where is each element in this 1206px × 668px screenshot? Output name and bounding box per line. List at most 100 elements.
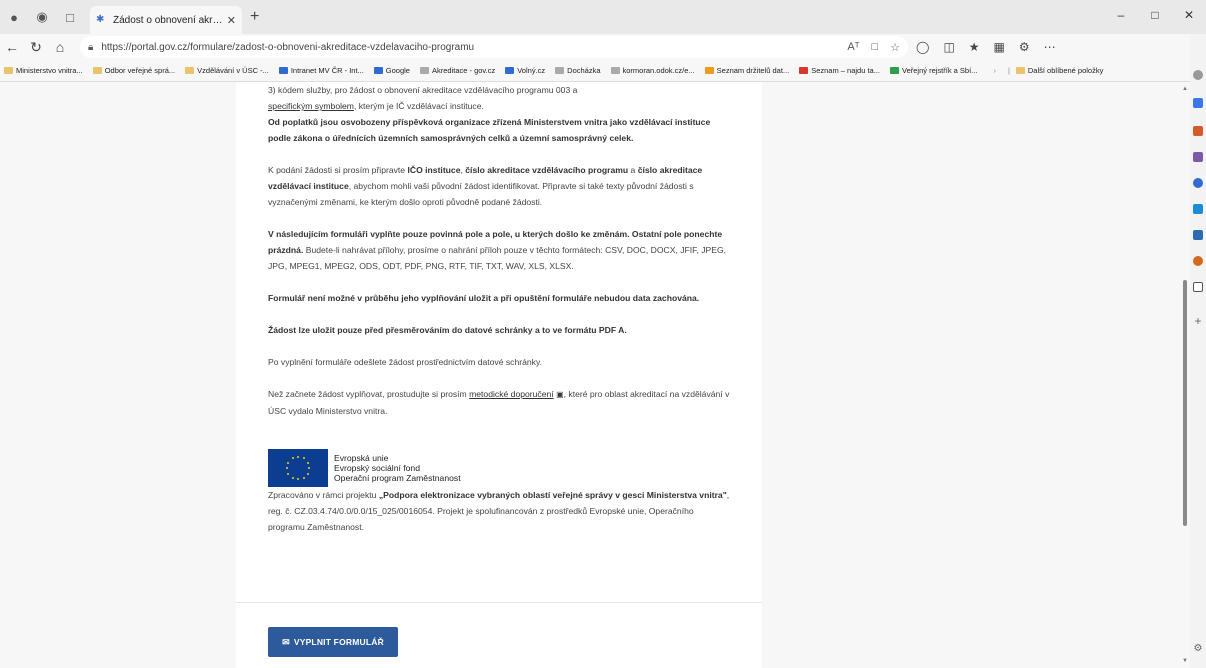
eu-star-icon: [287, 461, 290, 464]
eu-star-icon: [287, 472, 290, 475]
eu-star-icon: [306, 472, 309, 475]
immersive-reader-icon[interactable]: □: [871, 41, 878, 54]
url-text[interactable]: https://portal.gov.cz/formulare/zadost-o…: [101, 42, 847, 53]
bookmark-item[interactable]: Odbor veřejné sprá...: [92, 66, 175, 75]
volny-icon: [505, 67, 515, 74]
other-favorites[interactable]: Další oblíbené položky: [1015, 66, 1103, 75]
workspaces-icon[interactable]: ◉: [28, 5, 56, 29]
paragraph-no-save: Formulář není možné v průběhu jeho vyplň…: [268, 293, 700, 303]
eu-star-icon: [291, 457, 294, 460]
shopping-icon[interactable]: [1193, 126, 1203, 136]
favorite-star-icon[interactable]: ☆: [890, 41, 900, 54]
back-icon[interactable]: ←: [0, 39, 24, 55]
gov-favicon-icon: ✱: [96, 14, 105, 25]
tools-icon[interactable]: [1193, 152, 1203, 162]
page-icon: [610, 67, 620, 74]
folder-icon: [4, 67, 13, 74]
bookmark-item[interactable]: Seznam – najdu ta...: [799, 66, 880, 75]
page-icon: [555, 67, 565, 74]
bookmark-item[interactable]: Volný.cz: [505, 66, 545, 75]
games-icon[interactable]: [1193, 178, 1203, 188]
lock-icon[interactable]: 🔒︎: [88, 42, 93, 53]
bookmark-item[interactable]: Veřejný rejstřík a Sbí...: [889, 66, 977, 75]
fill-form-button[interactable]: ✉︎ VYPLNIT FORMULÁŘ: [268, 627, 398, 657]
bookmark-item[interactable]: kormoran.odok.cz/e...: [610, 66, 695, 75]
scroll-down-icon[interactable]: ▼: [1182, 658, 1188, 664]
extensions-icon[interactable]: ⚙: [1019, 40, 1030, 54]
notes-icon[interactable]: [1193, 282, 1203, 292]
settings-icon[interactable]: ⚙: [1193, 644, 1203, 654]
favorites-icon[interactable]: ★: [969, 40, 980, 54]
office-icon[interactable]: [1193, 256, 1203, 266]
tab-bar: ● ◉ □ ✱ Žádost o obnovení akreditace vz……: [0, 0, 1206, 34]
bookmark-item[interactable]: Ministerstvo vnitra...: [4, 66, 83, 75]
window-controls: – □ ✕: [1104, 8, 1206, 22]
bookmark-item[interactable]: Google: [373, 66, 410, 75]
tab-actions-icon[interactable]: □: [56, 5, 84, 29]
bookmarks-overflow-icon[interactable]: ›: [993, 66, 996, 75]
eu-star-icon: [291, 476, 294, 479]
paragraph-fields: V následujícím formuláři vyplňte pouze p…: [268, 229, 727, 271]
external-link-icon[interactable]: ▣: [556, 390, 564, 399]
eu-star-icon: [302, 476, 305, 479]
eu-flag-icon: [268, 449, 328, 487]
outlook-icon[interactable]: [1193, 204, 1203, 214]
collections-icon[interactable]: ▦: [994, 40, 1005, 54]
close-window-icon[interactable]: ✕: [1172, 8, 1206, 22]
toolbar-icons: ◯ ◫ ★ ▦ ⚙ ⋯: [916, 40, 1056, 54]
tab-title: Žádost o obnovení akreditace vz…: [113, 14, 223, 26]
address-bar-icons: Aᵀ □ ☆: [847, 41, 900, 54]
copilot-icon[interactable]: [1193, 98, 1203, 108]
page-card: 3) kódem služby, pro žádost o obnovení a…: [236, 82, 762, 668]
add-icon[interactable]: +: [1193, 315, 1203, 327]
home-icon[interactable]: ⌂: [48, 39, 72, 55]
browser-window: ● ◉ □ ✱ Žádost o obnovení akreditace vz……: [0, 0, 1206, 668]
paragraph-send: Po vyplnění formuláře odešlete žádost pr…: [268, 357, 543, 367]
form-icon: ✉︎: [282, 636, 290, 647]
seznam-icon: [799, 67, 809, 74]
vertical-scrollbar[interactable]: ▲ ▼: [1180, 82, 1190, 668]
word-icon[interactable]: [1193, 230, 1203, 240]
folder-icon: [92, 67, 102, 74]
methodology-link[interactable]: metodické doporučení: [469, 389, 554, 399]
intranet-icon: [278, 67, 288, 74]
edge-sidebar: + ⚙: [1190, 34, 1206, 668]
close-tab-icon[interactable]: ✕: [227, 14, 236, 27]
exemption-note: Od poplatků jsou osvobozeny příspěvková …: [268, 117, 711, 143]
browser-essentials-icon[interactable]: ◯: [916, 40, 929, 54]
bookmark-item[interactable]: Vzdělávání v ÚSC -...: [185, 66, 269, 75]
paragraph-prepare: K podání žádosti si prosím připravte IČO…: [268, 165, 703, 207]
bookmark-item[interactable]: Intranet MV ČR - Int...: [278, 66, 364, 75]
search-icon[interactable]: [1193, 70, 1203, 80]
scrollbar-thumb[interactable]: [1183, 280, 1187, 526]
eu-star-icon: [286, 467, 288, 469]
data-icon: [704, 67, 714, 74]
specific-symbol-link[interactable]: specifickým symbolem: [268, 101, 354, 111]
bookmarks-divider: |: [1007, 66, 1010, 75]
project-note: Zpracováno v rámci projektu „Podpora ele…: [268, 490, 730, 532]
bookmark-item[interactable]: Seznam držitelů dat...: [704, 66, 789, 75]
minimize-icon[interactable]: –: [1104, 8, 1138, 22]
paragraph-pdf: Žádost lze uložit pouze před přesměrován…: [268, 325, 627, 335]
profile-icon[interactable]: ●: [0, 5, 28, 29]
eu-star-icon: [308, 467, 310, 469]
maximize-icon[interactable]: □: [1138, 8, 1172, 22]
eu-star-icon: [306, 461, 309, 464]
folder-icon: [1015, 67, 1025, 74]
google-icon: [373, 67, 383, 74]
new-tab-icon[interactable]: +: [250, 8, 259, 26]
action-bar: ✉︎ VYPLNIT FORMULÁŘ: [236, 602, 762, 668]
read-aloud-icon[interactable]: Aᵀ: [847, 41, 859, 54]
page-viewport: 3) kódem služby, pro žádost o obnovení a…: [0, 82, 1180, 668]
eu-logo-block: Evropská unie Evropský sociální fond Ope…: [268, 449, 730, 487]
tab-active[interactable]: ✱ Žádost o obnovení akreditace vz… ✕: [90, 6, 242, 34]
scroll-up-icon[interactable]: ▲: [1182, 86, 1188, 92]
bookmark-item[interactable]: Akreditace - gov.cz: [419, 66, 495, 75]
eu-star-icon: [297, 478, 299, 480]
refresh-icon[interactable]: ↻: [24, 39, 48, 56]
more-menu-icon[interactable]: ⋯: [1044, 40, 1056, 54]
split-screen-icon[interactable]: ◫: [943, 40, 954, 54]
paragraph-methodology: Než začnete žádost vyplňovat, prostudujt…: [268, 389, 730, 416]
bookmark-item[interactable]: Docházka: [555, 66, 601, 75]
address-bar[interactable]: 🔒︎ https://portal.gov.cz/formulare/zados…: [80, 36, 908, 58]
